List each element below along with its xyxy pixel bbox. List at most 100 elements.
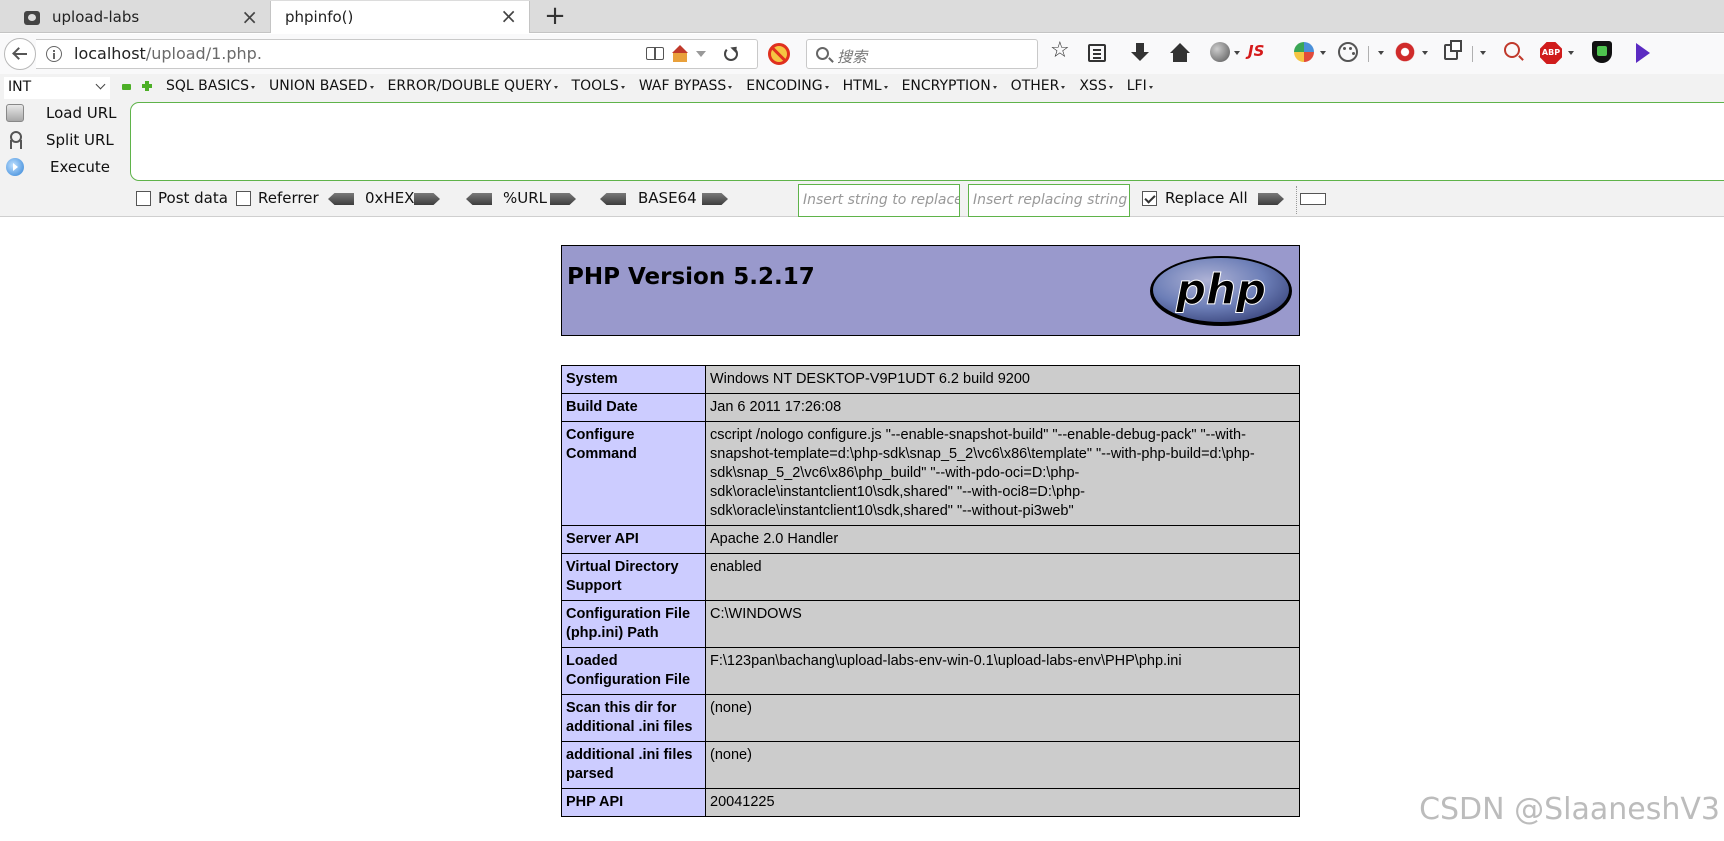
table-row: Configuration File (php.ini) Path C:\WIND…: [561, 600, 1300, 648]
url-bar[interactable]: localhost/upload/1.php.: [36, 39, 758, 69]
close-tab-icon[interactable]: ×: [241, 5, 258, 29]
hex-decode-arrow[interactable]: [328, 193, 354, 205]
reload-icon[interactable]: [724, 47, 738, 61]
post-data-checkbox[interactable]: [136, 191, 151, 206]
bookmark-star-icon[interactable]: ☆: [1050, 40, 1072, 62]
hackbar-toggle-icon[interactable]: [1394, 42, 1416, 62]
new-tab-button[interactable]: +: [540, 1, 570, 31]
replace-arrow[interactable]: [1258, 193, 1284, 205]
tab-phpinfo[interactable]: phpinfo() ×: [270, 1, 530, 33]
color-globe-icon[interactable]: [1294, 42, 1314, 62]
row-value: (none): [705, 694, 1300, 742]
menu-lfi[interactable]: LFI: [1127, 78, 1153, 94]
reader-view-icon[interactable]: [646, 47, 664, 60]
dotted-separator: [1296, 186, 1297, 214]
replacing-string-input[interactable]: Insert replacing string: [968, 184, 1130, 217]
plus-icon[interactable]: [142, 81, 152, 91]
url-textarea[interactable]: [130, 102, 1724, 181]
globe-icon[interactable]: [1210, 42, 1230, 62]
row-key: Scan this dir for additional .ini files: [561, 694, 706, 742]
navigation-bar: localhost/upload/1.php. 搜索 ☆ JS ABP: [0, 34, 1724, 74]
split-url-button[interactable]: Split URL: [6, 129, 114, 151]
search-icon: [816, 47, 829, 60]
hex-label: 0xHEX: [365, 189, 415, 207]
menu-union-based[interactable]: UNION BASED: [269, 78, 374, 94]
menu-encoding[interactable]: ENCODING: [746, 78, 829, 94]
replace-string-input[interactable]: Insert string to replace: [798, 184, 960, 217]
site-info-icon[interactable]: [46, 46, 62, 62]
library-icon[interactable]: [1088, 44, 1106, 62]
url-host: localhost: [74, 44, 146, 63]
replace-arrow-outline[interactable]: [1300, 193, 1326, 205]
palette-icon[interactable]: [1338, 42, 1358, 62]
url-dropdown-icon[interactable]: [696, 51, 706, 57]
referrer-checkbox[interactable]: [236, 191, 251, 206]
table-row: Scan this dir for additional .ini files(…: [561, 694, 1300, 742]
table-row: Loaded Configuration File F:\123pan\bacha…: [561, 647, 1300, 695]
chevron-down-icon[interactable]: [1234, 51, 1240, 55]
shield-icon[interactable]: [1592, 41, 1612, 63]
page-action-home-icon[interactable]: [671, 45, 689, 63]
base64-decode-arrow[interactable]: [600, 193, 626, 205]
execute-button[interactable]: Execute: [6, 156, 110, 178]
url-text[interactable]: localhost/upload/1.php.: [74, 44, 262, 63]
row-key: additional .ini files parsed: [561, 741, 706, 789]
home-icon[interactable]: [1170, 43, 1192, 65]
toolbar-separator: [1472, 46, 1473, 62]
cookie-editor-icon[interactable]: [1444, 40, 1462, 60]
chevron-down-icon[interactable]: [1320, 51, 1326, 55]
chevron-down-icon[interactable]: [1422, 51, 1428, 55]
tab-title: phpinfo(): [285, 8, 354, 26]
url-decode-arrow[interactable]: [466, 193, 492, 205]
watermark: CSDN @SlaaneshV3: [1419, 792, 1720, 827]
toolbar-separator: [1368, 46, 1369, 62]
adblock-icon[interactable]: ABP: [1540, 42, 1562, 64]
row-key: Build Date: [561, 393, 706, 422]
row-value: F:\123pan\bachang\upload-labs-env-win-0.…: [705, 647, 1300, 695]
chevron-down-icon[interactable]: [1378, 51, 1384, 55]
load-url-icon: [6, 104, 24, 122]
hex-encode-arrow[interactable]: [414, 193, 440, 205]
load-url-label: Load URL: [46, 104, 117, 122]
red-search-icon[interactable]: [1504, 42, 1520, 58]
load-url-button[interactable]: Load URL: [6, 102, 117, 124]
download-icon[interactable]: [1130, 42, 1152, 64]
page-content: PHP Version 5.2.17 php System Windows NT …: [0, 218, 1724, 841]
row-value: C:\WINDOWS: [705, 600, 1300, 648]
menu-encryption[interactable]: ENCRYPTION: [902, 78, 997, 94]
php-logo-text: php: [1175, 265, 1266, 314]
noscript-icon[interactable]: [768, 43, 790, 65]
menu-xss[interactable]: XSS: [1079, 78, 1114, 94]
table-row: Virtual Directory Support enabled: [561, 553, 1300, 601]
phpinfo-table: System Windows NT DESKTOP-V9P1UDT 6.2 bui…: [561, 365, 1300, 817]
menu-error-double-query[interactable]: ERROR/DOUBLE QUERY: [388, 78, 558, 94]
replace-all-checkbox[interactable]: [1142, 191, 1157, 206]
replace-all-label: Replace All: [1165, 189, 1248, 207]
search-input[interactable]: 搜索: [806, 39, 1038, 69]
menu-waf-bypass[interactable]: WAF BYPASS: [639, 78, 733, 94]
menu-other[interactable]: OTHER: [1011, 78, 1066, 94]
table-row: Server API Apache 2.0 Handler: [561, 525, 1300, 554]
row-value: enabled: [705, 553, 1300, 601]
select-value: INT: [8, 79, 32, 95]
row-value: Windows NT DESKTOP-V9P1UDT 6.2 build 920…: [705, 365, 1300, 394]
chevron-down-icon[interactable]: [1568, 51, 1574, 55]
hackbar-options: Post data Referrer 0xHEX %URL BASE64 Ins…: [136, 184, 1724, 217]
menu-sql-basics[interactable]: SQL BASICS: [166, 78, 256, 94]
minus-icon[interactable]: [122, 84, 131, 90]
menu-html[interactable]: HTML: [843, 78, 888, 94]
url-encode-arrow[interactable]: [550, 193, 576, 205]
menu-tools[interactable]: TOOLS: [572, 78, 626, 94]
row-value: cscript /nologo configure.js "--enable-s…: [705, 421, 1300, 526]
back-button[interactable]: [4, 38, 36, 70]
extension-purple-icon[interactable]: [1636, 43, 1650, 63]
close-tab-icon[interactable]: ×: [500, 4, 517, 28]
base64-encode-arrow[interactable]: [702, 193, 728, 205]
js-toggle-icon[interactable]: JS: [1248, 42, 1270, 64]
hackbar-panel: INT SQL BASICS UNION BASED ERROR/DOUBLE …: [0, 74, 1724, 217]
row-key: Configuration File (php.ini) Path: [561, 600, 706, 648]
chevron-down-icon[interactable]: [1480, 51, 1486, 55]
hackbar-type-select[interactable]: INT: [4, 77, 110, 99]
tab-upload-labs[interactable]: upload-labs ×: [0, 2, 270, 33]
split-url-label: Split URL: [46, 131, 114, 149]
